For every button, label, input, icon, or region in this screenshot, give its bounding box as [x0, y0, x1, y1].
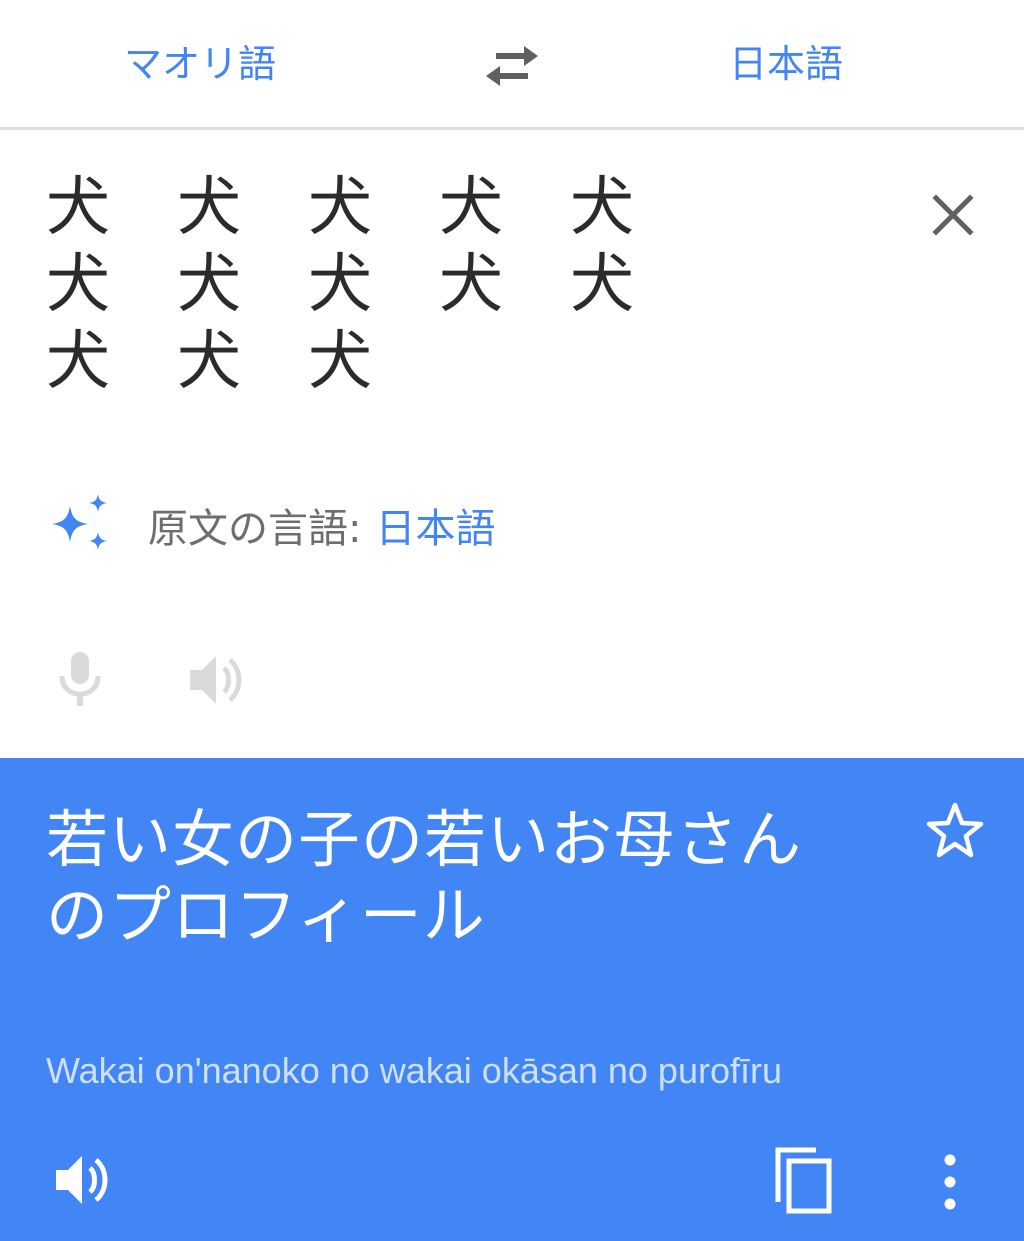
detected-language-row[interactable]: 原文の言語: 日本語 — [46, 490, 495, 560]
source-char: 犬 — [308, 171, 372, 245]
source-char: 犬 — [46, 325, 110, 399]
source-char: 犬 — [439, 171, 503, 245]
star-outline-icon[interactable] — [924, 800, 986, 862]
source-char: 犬 — [570, 171, 634, 245]
detected-language-label: 原文の言語: — [148, 506, 362, 552]
source-char: 犬 — [177, 325, 241, 399]
source-char: 犬 — [46, 248, 110, 322]
translation-result-card: 若い女の子の若いお母さん のプロフィール Wakai on'nanoko no … — [0, 758, 1024, 1241]
speaker-icon[interactable] — [50, 1150, 114, 1210]
close-icon[interactable] — [928, 190, 978, 240]
romanization-text: Wakai on'nanoko no wakai okāsan no purof… — [46, 1050, 782, 1091]
speaker-icon[interactable] — [186, 652, 246, 708]
source-char: 犬 — [177, 248, 241, 322]
source-char: 犬 — [570, 248, 634, 322]
target-language-button[interactable]: 日本語 — [686, 34, 886, 94]
sparkle-icon — [52, 494, 107, 550]
language-bar: マオリ語 日本語 — [0, 0, 1024, 130]
copy-icon[interactable] — [772, 1146, 834, 1216]
source-char: 犬 — [177, 171, 241, 245]
translate-app: マオリ語 日本語 犬 犬 犬 犬 犬 犬 犬 犬 犬 犬 犬 犬 犬 原文の言語… — [0, 0, 1024, 1241]
detected-language-link[interactable]: 日本語 — [375, 496, 495, 554]
translation-text: 若い女の子の若いお母さん のプロフィール — [46, 802, 866, 954]
mic-icon[interactable] — [52, 650, 108, 708]
translation-line: 若い女の子の若いお母さん — [46, 803, 803, 876]
source-text-input[interactable]: 犬 犬 犬 犬 犬 犬 犬 犬 犬 犬 犬 犬 犬 — [46, 170, 706, 401]
source-char: 犬 — [308, 248, 372, 322]
more-vert-icon[interactable] — [930, 1152, 970, 1212]
translation-line: のプロフィール — [46, 879, 486, 952]
swap-arrows-icon[interactable] — [482, 38, 542, 94]
source-char: 犬 — [308, 325, 372, 399]
source-language-button[interactable]: マオリ語 — [100, 34, 300, 94]
source-char: 犬 — [439, 248, 503, 322]
source-char: 犬 — [46, 171, 110, 245]
